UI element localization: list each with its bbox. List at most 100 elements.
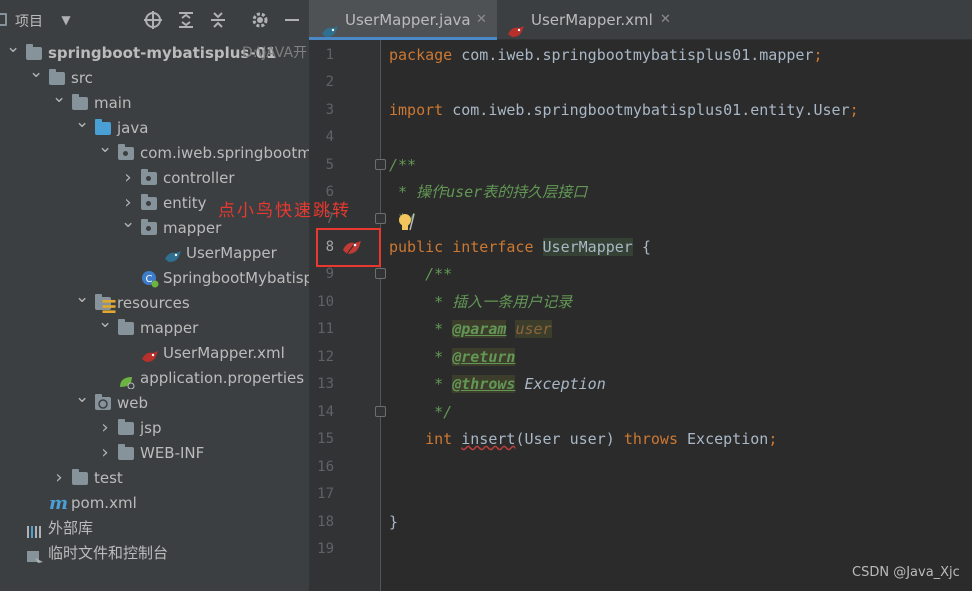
chevron-down-icon[interactable]: ⌄ [6,35,20,60]
view-dropdown-icon[interactable]: ▼ [56,10,76,30]
project-view-icon [0,13,7,26]
chevron-down-icon[interactable]: ⌄ [98,135,112,160]
package-icon [141,219,157,235]
chevron-down-icon[interactable]: ⌄ [75,285,89,310]
chevron-right-icon[interactable]: › [98,440,112,465]
tree-item[interactable]: ⌄ web [0,387,309,416]
chevron-right-icon[interactable]: › [52,465,66,490]
line-number[interactable]: 17 [309,481,334,508]
tree-item-label: UserMapper [186,244,277,262]
line-number[interactable]: 4 [309,124,334,151]
line-number[interactable]: 15 [309,426,334,453]
tree-item[interactable]: m pom.xml [0,491,309,516]
project-panel-header: 项目 ▼ [0,0,309,40]
tree-item[interactable]: › controller [0,166,309,191]
line-number[interactable]: 5 [309,152,334,179]
code-line-11: * @param user [389,320,552,338]
locate-target-icon[interactable] [143,10,163,30]
line-number[interactable]: 2 [309,69,334,96]
tree-item[interactable]: ⌄ java [0,112,309,141]
library-icon [26,522,42,538]
lightbulb-icon[interactable] [397,212,415,234]
line-number[interactable]: 3 [309,97,334,124]
tab-label: UserMapper.xml [531,11,653,29]
spring-properties-icon [118,372,135,390]
chevron-right-icon[interactable]: › [121,165,135,190]
tree-item[interactable]: UserMapper.xml [0,341,309,366]
gear-icon[interactable] [250,10,270,30]
line-number[interactable]: 1 [309,42,334,69]
module-folder-icon [26,44,42,60]
annotation-highlight-box [316,228,381,267]
chevron-right-icon[interactable]: › [98,415,112,440]
tab-label: UserMapper.java [345,11,471,29]
chevron-down-icon[interactable]: ⌄ [75,385,89,410]
tree-item[interactable]: ⌄ com.iweb.springbootmyb [0,137,309,166]
folder-icon [118,419,134,435]
tree-item[interactable]: › test [0,466,309,491]
tree-item-label: entity [163,194,207,212]
tree-item-label: 临时文件和控制台 [48,544,169,562]
hide-panel-icon[interactable] [282,10,302,30]
fold-marker-icon[interactable] [375,406,386,417]
tab-usermapper-xml[interactable]: UserMapper.xml ✕ [497,0,677,40]
tree-item-label: mapper [163,219,222,237]
folder-icon [72,94,88,110]
code-line-15: int insert(User user) throws Exception; [389,430,778,448]
tree-item-label: application.properties [140,369,305,387]
tree-item-label: test [94,469,123,487]
fold-marker-icon[interactable] [375,268,386,279]
package-icon [141,169,157,185]
chevron-down-icon[interactable]: ⌄ [29,60,43,85]
tree-item-label: controller [163,169,235,187]
tree-item[interactable]: 外部库 [0,516,309,541]
mybatis-bird-icon [507,14,524,37]
tree-item[interactable]: application.properties [0,366,309,391]
tree-item[interactable]: ⌄ mapper [0,312,309,341]
close-icon[interactable]: ✕ [660,0,671,40]
tree-item-path-hint: D:\JAVA开 [242,45,308,61]
code-editor: UserMapper.java ✕ UserMapper.xml ✕ 12345… [309,0,972,591]
line-number[interactable]: 10 [309,289,334,316]
svg-text:m: m [49,494,68,512]
tree-item[interactable]: › jsp [0,416,309,441]
chevron-down-icon[interactable]: ⌄ [98,310,112,335]
project-panel-title[interactable]: 项目 [15,11,43,31]
close-icon[interactable]: ✕ [476,0,487,40]
tree-item-label: SpringbootMybatisplus [163,269,309,287]
line-number[interactable]: 14 [309,399,334,426]
tree-item-label: UserMapper.xml [163,344,285,362]
tree-item-label: java [117,119,149,137]
tree-item[interactable]: C SpringbootMybatisplus [0,266,309,291]
tree-item[interactable]: ⌄ springboot-mybatisplus-01 D:\JAVA开 [0,37,309,66]
line-number[interactable]: 13 [309,371,334,398]
tab-usermapper-java[interactable]: UserMapper.java ✕ [309,0,497,40]
chevron-down-icon[interactable]: ⌄ [121,210,135,235]
web-folder-icon [95,394,111,410]
line-number[interactable]: 12 [309,344,334,371]
fold-marker-icon[interactable] [375,213,386,224]
chevron-down-icon[interactable]: ⌄ [52,85,66,110]
tree-item[interactable]: ⌄ resources [0,287,309,316]
tree-item[interactable]: ⌄ src [0,62,309,91]
line-number[interactable]: 16 [309,454,334,481]
tree-item[interactable]: › WEB-INF [0,441,309,466]
tree-item[interactable]: UserMapper [0,241,309,266]
code-line-14: */ [389,403,453,421]
line-number[interactable]: 19 [309,536,334,563]
tree-item-label: pom.xml [71,494,137,512]
line-number[interactable]: 18 [309,509,334,536]
expand-all-icon[interactable] [176,10,196,30]
code-line-3: import com.iweb.springbootmybatisplus01.… [389,101,859,119]
line-number[interactable]: 11 [309,316,334,343]
fold-marker-icon[interactable] [375,159,386,170]
editor-tab-bar: UserMapper.java ✕ UserMapper.xml ✕ [309,0,972,40]
mapper-interface-icon [321,14,338,37]
tree-item[interactable]: ⌄ main [0,87,309,116]
svg-text:C: C [146,274,153,285]
scratches-icon [26,547,43,563]
tree-item[interactable]: 临时文件和控制台 [0,541,309,566]
project-panel: 项目 ▼ ⌄ springboot-mybatisplus-01 D:\JAVA开 ⌄… [0,0,309,591]
chevron-down-icon[interactable]: ⌄ [75,110,89,135]
collapse-all-icon[interactable] [208,10,228,30]
